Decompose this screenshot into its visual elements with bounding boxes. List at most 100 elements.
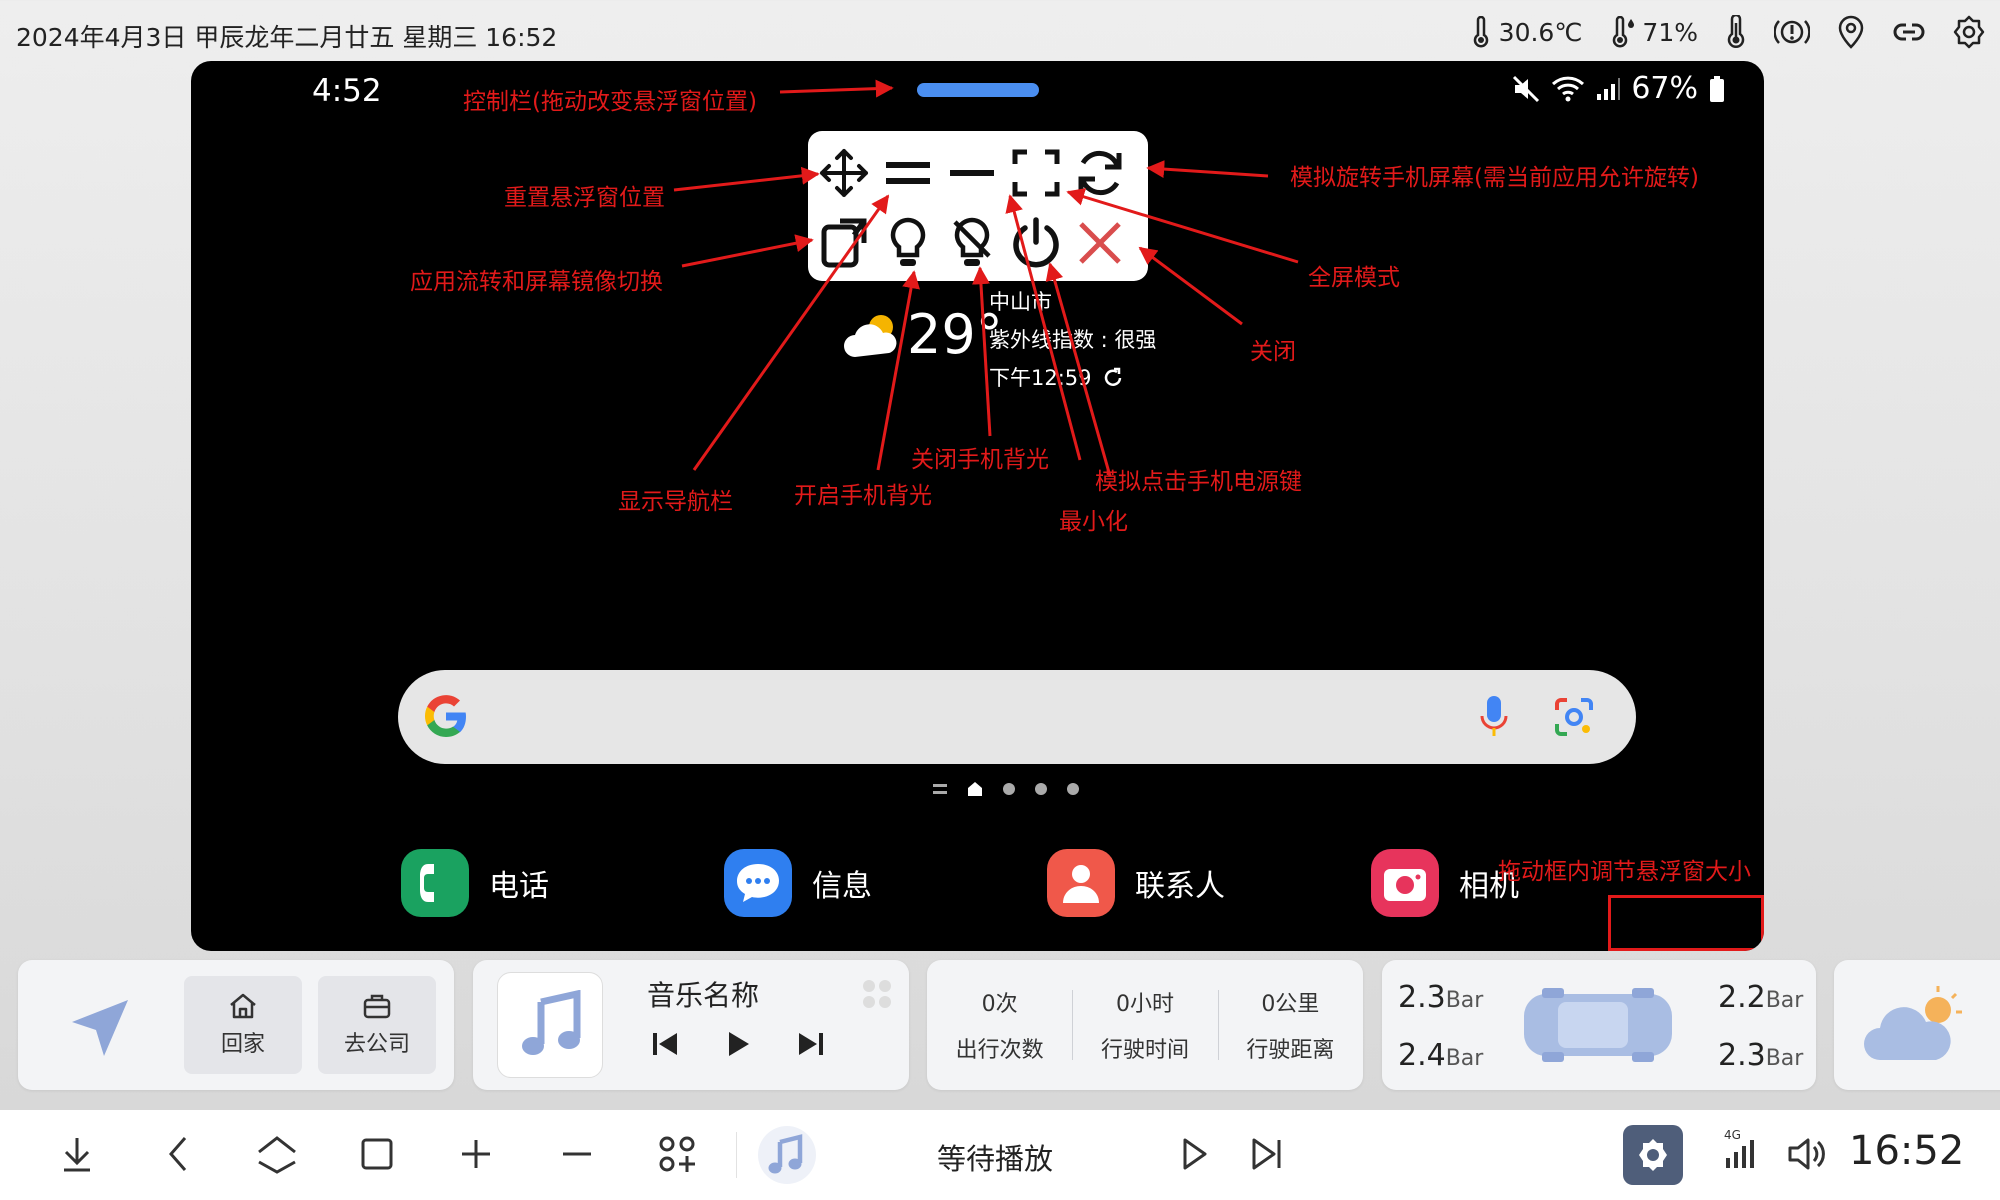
google-logo-icon bbox=[424, 695, 466, 737]
next-track-icon[interactable] bbox=[797, 1031, 825, 1057]
cabin-thermometer-icon[interactable] bbox=[1724, 15, 1748, 49]
refresh-icon[interactable] bbox=[1102, 367, 1124, 389]
cellular-signal-icon bbox=[1597, 77, 1621, 100]
temperature-value: 30.6℃ bbox=[1498, 17, 1583, 47]
tire-pressure-card[interactable]: 2.3Bar 2.4Bar 2.2Bar 2.3Bar bbox=[1382, 960, 1816, 1090]
power-icon[interactable] bbox=[1008, 215, 1064, 271]
control-bar-handle[interactable] bbox=[917, 83, 1039, 97]
warning-icon[interactable] bbox=[1774, 15, 1810, 49]
navbar-toggle-icon[interactable] bbox=[880, 145, 936, 201]
network-type: 4G bbox=[1724, 1128, 1741, 1142]
briefcase-icon bbox=[363, 994, 391, 1019]
page-indicator bbox=[933, 781, 1079, 797]
gear-icon bbox=[1639, 1139, 1667, 1171]
home-page-icon bbox=[968, 782, 982, 796]
playback-status: 等待播放 bbox=[937, 1142, 1054, 1176]
trip-stats-card[interactable]: 0次 出行次数 0小时 行驶时间 0公里 行驶距离 bbox=[927, 960, 1363, 1090]
thermometer-icon bbox=[1473, 16, 1488, 48]
trip-count-stat: 0次 出行次数 bbox=[927, 986, 1072, 1064]
close-icon[interactable] bbox=[1072, 215, 1128, 271]
cloudy-sun-icon bbox=[1864, 986, 1962, 1060]
stat-label: 行驶距离 bbox=[1246, 1038, 1335, 1063]
bottom-navigation-bar: 等待播放 4G 16:52 bbox=[0, 1110, 2000, 1200]
settings-icon[interactable] bbox=[1952, 15, 1986, 49]
app-label: 信息 bbox=[812, 869, 872, 904]
stat-label: 行驶时间 bbox=[1100, 1038, 1189, 1063]
home-diamond-icon[interactable] bbox=[256, 1134, 298, 1174]
work-shortcut-label: 去公司 bbox=[343, 1032, 410, 1057]
speaker-icon[interactable] bbox=[1786, 1134, 1826, 1174]
grid-menu-icon[interactable] bbox=[861, 978, 893, 1010]
home-shortcut-label: 回家 bbox=[220, 1032, 265, 1057]
camera-app-icon bbox=[1371, 849, 1439, 917]
work-shortcut[interactable]: 去公司 bbox=[318, 976, 436, 1074]
play-icon[interactable] bbox=[1180, 1134, 1210, 1174]
page-list-icon bbox=[933, 784, 947, 794]
volume-up-icon[interactable] bbox=[459, 1134, 493, 1174]
drive-distance-stat: 0公里 行驶距离 bbox=[1217, 986, 1363, 1064]
weather-updated-time: 下午12:59 bbox=[989, 366, 1092, 390]
app-camera[interactable]: 相机 bbox=[1371, 849, 1519, 917]
humidity-icon bbox=[1613, 16, 1635, 48]
bulb-off-icon[interactable] bbox=[944, 215, 1000, 271]
move-arrows-icon[interactable] bbox=[816, 145, 872, 201]
app-label: 电话 bbox=[489, 869, 549, 904]
stat-value: 0次 bbox=[981, 992, 1018, 1017]
system-clock: 16:52 bbox=[1849, 1128, 1965, 1174]
google-search-bar[interactable] bbox=[398, 670, 1636, 764]
phone-time: 4:52 bbox=[312, 73, 382, 109]
page-dot[interactable] bbox=[1067, 783, 1079, 795]
contacts-app-icon bbox=[1047, 849, 1115, 917]
rotate-screen-icon[interactable] bbox=[1072, 145, 1128, 201]
navigation-card: 回家 去公司 bbox=[18, 960, 454, 1090]
humidity-value: 71% bbox=[1642, 17, 1698, 47]
resize-handle-box[interactable] bbox=[1608, 895, 1764, 951]
network-signal-indicator: 4G bbox=[1722, 1128, 1762, 1176]
fullscreen-icon[interactable] bbox=[1008, 145, 1064, 201]
battery-percentage: 67% bbox=[1631, 71, 1698, 106]
floating-window[interactable]: 4:52 67% 29° 中山市 紫外线指数: 很强 下午12:59 电话 信… bbox=[191, 61, 1764, 951]
settings-button[interactable] bbox=[1623, 1125, 1683, 1185]
temperature-indicator: 30.6℃ bbox=[1469, 16, 1583, 48]
home-shortcut[interactable]: 回家 bbox=[184, 976, 302, 1074]
back-icon[interactable] bbox=[165, 1134, 191, 1174]
phone-status-icons: 67% bbox=[1511, 71, 1726, 106]
next-track-icon[interactable] bbox=[1250, 1134, 1284, 1174]
tire-rear-right: 2.3Bar bbox=[1718, 1038, 1804, 1073]
link-icon[interactable] bbox=[1892, 17, 1926, 47]
page-dot[interactable] bbox=[1003, 783, 1015, 795]
google-lens-icon[interactable] bbox=[1553, 696, 1595, 738]
microphone-icon[interactable] bbox=[1479, 694, 1509, 740]
car-top-view-icon bbox=[1524, 988, 1672, 1062]
location-icon[interactable] bbox=[1836, 15, 1866, 49]
tire-rear-left: 2.4Bar bbox=[1398, 1038, 1484, 1073]
app-messages[interactable]: 信息 bbox=[724, 849, 872, 917]
play-icon[interactable] bbox=[725, 1030, 751, 1058]
bulb-on-icon[interactable] bbox=[880, 215, 936, 271]
weather-card[interactable] bbox=[1834, 960, 2000, 1090]
minimize-icon[interactable] bbox=[944, 145, 1000, 201]
app-phone[interactable]: 电话 bbox=[401, 849, 549, 917]
volume-down-icon[interactable] bbox=[560, 1134, 594, 1174]
app-grid-icon[interactable] bbox=[658, 1134, 698, 1174]
album-art[interactable] bbox=[497, 972, 603, 1078]
weather-widget[interactable]: 29° 中山市 紫外线指数 : 很强 下午12:59 bbox=[841, 283, 1261, 393]
previous-track-icon[interactable] bbox=[651, 1031, 679, 1057]
song-title: 音乐名称 bbox=[647, 979, 760, 1012]
app-flow-switch-icon[interactable] bbox=[816, 215, 872, 271]
navigation-arrow-icon[interactable] bbox=[68, 996, 132, 1060]
music-note-icon bbox=[522, 990, 581, 1055]
home-icon bbox=[230, 993, 256, 1019]
app-contacts[interactable]: 联系人 bbox=[1047, 849, 1225, 917]
page-dot[interactable] bbox=[1035, 783, 1047, 795]
stat-value: 0小时 bbox=[1115, 992, 1174, 1017]
wifi-icon bbox=[1552, 76, 1585, 101]
music-card: 音乐名称 bbox=[473, 960, 909, 1090]
chevron-down-icon[interactable] bbox=[58, 1134, 96, 1174]
recent-apps-icon[interactable] bbox=[360, 1134, 394, 1174]
partly-cloudy-icon bbox=[844, 315, 897, 357]
phone-app-icon bbox=[401, 849, 469, 917]
system-status-bar: 2024年4月3日 甲辰龙年二月廿五 星期三 16:52 30.6℃ 71% bbox=[0, 0, 2000, 64]
app-dock: 电话 信息 联系人 相机 bbox=[401, 849, 1601, 919]
music-note-icon[interactable] bbox=[756, 1124, 818, 1186]
